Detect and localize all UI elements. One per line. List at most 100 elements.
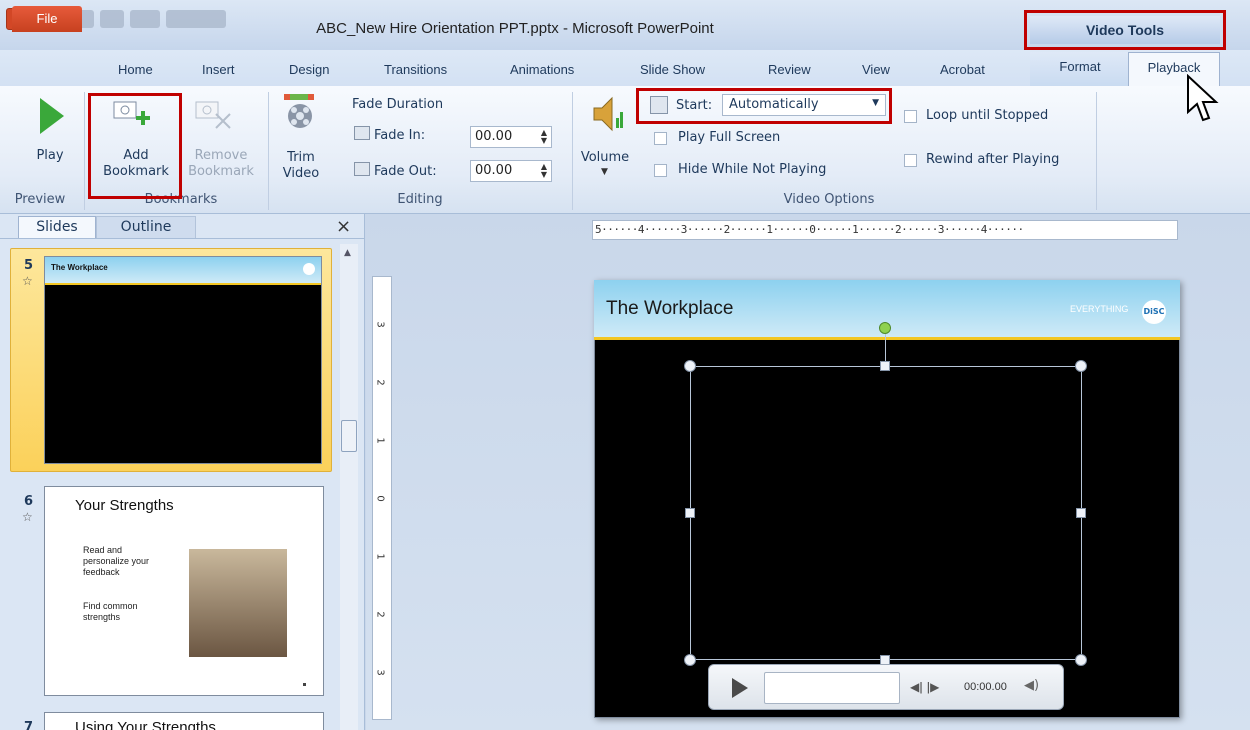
speaker-icon[interactable]: ◀)	[1024, 678, 1039, 693]
fade-out-icon	[354, 162, 370, 176]
strongman-image	[189, 549, 287, 657]
group-label-preview: Preview	[14, 192, 66, 207]
horizontal-ruler: 5······4······3······2······1······0····…	[592, 220, 1178, 240]
disc-logo-icon	[303, 263, 315, 275]
remove-bookmark-icon	[194, 100, 234, 132]
group-separator	[268, 92, 269, 210]
highlight-video-tools	[1024, 10, 1226, 50]
tab-animations[interactable]: Animations	[510, 62, 574, 77]
loop-until-stopped-label[interactable]: Loop until Stopped	[926, 108, 1048, 124]
slide-thumbnail-6[interactable]: Your Strengths Read and personalize your…	[44, 486, 324, 696]
volume-dropdown-icon[interactable]: ▼	[601, 167, 608, 177]
rewind-after-playing-checkbox[interactable]	[904, 154, 917, 167]
ruler-tick: 1	[374, 553, 386, 560]
tab-review[interactable]: Review	[768, 62, 811, 77]
ruler-tick: 0	[374, 495, 386, 502]
remove-bookmark-label-2: Bookmark	[188, 164, 254, 179]
tab-insert[interactable]: Insert	[202, 62, 235, 77]
thumbnail-bullet: Find common strengths	[83, 601, 138, 622]
trim-video-icon[interactable]	[282, 94, 318, 130]
tab-design[interactable]: Design	[289, 62, 329, 77]
group-separator	[1096, 92, 1097, 210]
skip-back-forward-icon[interactable]: ◀ǀ ǀ▶	[910, 680, 939, 694]
group-separator	[84, 92, 85, 210]
tab-file[interactable]: File	[12, 6, 82, 32]
ruler-tick: 3	[374, 321, 386, 328]
video-progress-bar[interactable]	[764, 672, 900, 704]
fade-out-input[interactable]: 00.00 ▲ ▼	[470, 160, 552, 182]
resize-handle-nw[interactable]	[684, 360, 696, 372]
thumbnail-bullet: Read and personalize your feedback	[83, 545, 150, 577]
resize-handle-se[interactable]	[1075, 654, 1087, 666]
tab-acrobat[interactable]: Acrobat	[940, 62, 985, 77]
hide-while-not-playing-label[interactable]: Hide While Not Playing	[678, 162, 826, 178]
ruler-tick: 3	[374, 669, 386, 676]
play-full-screen-checkbox[interactable]	[654, 132, 667, 145]
slide-thumbnail-5[interactable]: The Workplace	[44, 256, 322, 464]
tab-format[interactable]: Format	[1030, 52, 1130, 86]
rewind-after-playing-label[interactable]: Rewind after Playing	[926, 152, 1059, 168]
thumbnail-title: The Workplace	[45, 257, 321, 285]
fade-out-value: 00.00	[475, 163, 513, 178]
scroll-up-icon[interactable]: ▲	[344, 248, 351, 258]
playback-time: 00:00.00	[964, 681, 1007, 693]
tab-view[interactable]: View	[862, 62, 890, 77]
thumbnail-title: Your Strengths	[75, 497, 174, 514]
resize-handle-ne[interactable]	[1075, 360, 1087, 372]
play-icon[interactable]	[732, 678, 748, 698]
rotate-handle-icon[interactable]	[879, 322, 891, 334]
ruler-tick: 2	[374, 611, 386, 618]
remove-bookmark-label-1: Remove	[194, 148, 248, 163]
video-placeholder[interactable]	[690, 366, 1082, 660]
highlight-start	[636, 88, 892, 124]
slides-pane-scrollbar[interactable]: ▲	[340, 244, 358, 730]
ruler-tick: 1	[374, 437, 386, 444]
thumbnail-dot	[303, 683, 306, 686]
fade-in-value: 00.00	[475, 129, 513, 144]
resize-handle-sw[interactable]	[684, 654, 696, 666]
transition-star-icon: ☆	[22, 274, 33, 288]
tab-transitions[interactable]: Transitions	[384, 62, 447, 77]
group-label-video-options: Video Options	[783, 192, 875, 207]
tab-slides[interactable]: Slides	[18, 216, 96, 238]
fade-out-label: Fade Out:	[374, 164, 437, 179]
fade-in-label: Fade In:	[374, 128, 426, 143]
trim-video-label-2[interactable]: Video	[276, 166, 326, 182]
vertical-ruler: 3 2 1 0 1 2 3	[372, 276, 392, 720]
tab-outline[interactable]: Outline	[96, 216, 196, 238]
tab-slide-show[interactable]: Slide Show	[640, 62, 705, 77]
loop-until-stopped-checkbox[interactable]	[904, 110, 917, 123]
mouse-cursor-icon	[1186, 73, 1220, 128]
scrollbar-thumb[interactable]	[341, 420, 357, 452]
ruler-tick: 2	[374, 379, 386, 386]
fade-in-spinner-icon[interactable]: ▲ ▼	[541, 129, 547, 145]
trim-video-label-1[interactable]: Trim	[276, 150, 326, 166]
slide-logo-text: EVERYTHING	[1070, 304, 1129, 314]
hide-while-not-playing-checkbox[interactable]	[654, 164, 667, 177]
highlight-add-bookmark	[88, 93, 182, 199]
group-separator	[572, 92, 573, 210]
fade-out-spinner-icon[interactable]: ▲ ▼	[541, 163, 547, 179]
window-title: ABC_New Hire Orientation PPT.pptx - Micr…	[316, 20, 714, 37]
resize-handle-n[interactable]	[880, 361, 890, 371]
fade-duration-label: Fade Duration	[352, 97, 444, 112]
volume-icon[interactable]	[590, 94, 626, 134]
resize-handle-w[interactable]	[685, 508, 695, 518]
slide-thumbnail-7[interactable]: Using Your Strengths	[44, 712, 324, 730]
fade-in-input[interactable]: 00.00 ▲ ▼	[470, 126, 552, 148]
play-button[interactable]: Play	[28, 148, 72, 164]
close-icon[interactable]: ×	[336, 216, 351, 237]
slide-title[interactable]: The Workplace	[606, 298, 733, 320]
fade-in-icon	[354, 126, 370, 140]
pane-divider	[0, 238, 365, 239]
play-full-screen-label[interactable]: Play Full Screen	[678, 130, 780, 146]
tab-home[interactable]: Home	[118, 62, 153, 77]
transition-star-icon: ☆	[22, 510, 33, 524]
slide-number: 5	[24, 258, 34, 273]
volume-label[interactable]: Volume	[580, 150, 630, 166]
thumbnail-title: Using Your Strengths	[75, 719, 216, 730]
play-icon[interactable]	[40, 98, 64, 134]
group-label-editing: Editing	[397, 192, 443, 207]
resize-handle-e[interactable]	[1076, 508, 1086, 518]
disc-logo-icon: DiSC	[1142, 300, 1166, 324]
